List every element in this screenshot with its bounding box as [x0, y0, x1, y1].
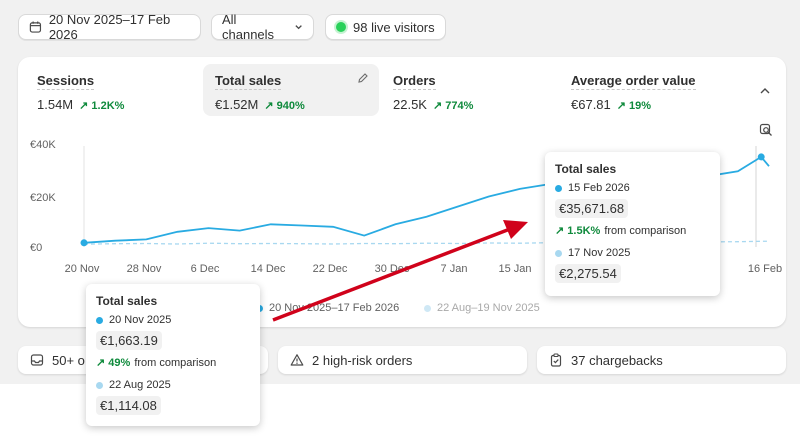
chart-tooltip-left: Total sales 20 Nov 2025 €1,663.19 ↗ 49% … [86, 284, 260, 426]
chevron-down-icon [295, 25, 302, 30]
x-tick-label: 6 Dec [190, 263, 220, 275]
series-dot-icon [96, 316, 103, 324]
legend-item-comparison[interactable]: 22 Aug–19 Nov 2025 [424, 302, 540, 314]
legend-item-current[interactable]: 20 Nov 2025–17 Feb 2026 [256, 302, 399, 314]
tooltip-date-row: 17 Nov 2025 [555, 247, 710, 259]
tooltip-comparison: ↗ 49% from comparison [96, 356, 250, 370]
chart-tooltip-right: Total sales 15 Feb 2026 €35,671.68 ↗ 1.5… [545, 152, 720, 296]
tooltip-value: €2,275.54 [555, 264, 621, 283]
x-tick-label: 16 Feb [747, 263, 783, 275]
date-range-button[interactable]: 20 Nov 2025–17 Feb 2026 [18, 12, 201, 42]
series-dot-icon [555, 249, 562, 257]
tooltip-change: ↗ 49% [96, 357, 131, 369]
warning-icon [290, 354, 304, 366]
tooltip-value: €35,671.68 [555, 199, 629, 218]
calendar-icon [29, 21, 42, 33]
series-point-highlight [80, 239, 88, 247]
date-range-label: 20 Nov 2025–17 Feb 2026 [48, 12, 171, 42]
bottom-card-label: 2 high-risk orders [312, 352, 413, 368]
inbox-icon [30, 354, 44, 366]
tooltip-change: ↗ 1.5K% [555, 225, 601, 237]
tooltip-value: €1,114.08 [96, 396, 161, 415]
tooltip-comparison: ↗ 1.5K% from comparison [555, 224, 710, 238]
series-dot-icon [96, 381, 103, 389]
x-tick-label: 28 Nov [126, 263, 162, 275]
x-tick-label: 20 Nov [64, 263, 100, 275]
channel-label: All channels [222, 12, 275, 42]
bottom-card-high-risk[interactable]: 2 high-risk orders [278, 346, 527, 374]
x-tick-label: 14 Dec [250, 263, 286, 275]
tooltip-title: Total sales [96, 294, 158, 308]
live-visitors-label: 98 live visitors [353, 19, 435, 35]
bottom-card-chargebacks[interactable]: 37 chargebacks [537, 346, 786, 374]
channel-select[interactable]: All channels [211, 12, 314, 42]
clipboard-check-icon [550, 353, 562, 367]
x-tick-label: 22 Dec [312, 263, 348, 275]
legend-label: 22 Aug–19 Nov 2025 [437, 302, 540, 314]
series-dot-icon [555, 184, 562, 192]
legend-label: 20 Nov 2025–17 Feb 2026 [269, 302, 400, 314]
x-tick-label: 15 Jan [498, 263, 532, 275]
series-point-highlight [757, 153, 765, 161]
bottom-card-label: 50+ o [52, 352, 85, 368]
tooltip-date: 17 Nov 2025 [568, 247, 631, 259]
bottom-card-label: 37 chargebacks [571, 352, 663, 368]
tooltip-date-row: 22 Aug 2025 [96, 379, 250, 391]
x-tick-label: 30 Dec [374, 263, 410, 275]
live-status-icon [336, 22, 346, 32]
tooltip-value: €1,663.19 [96, 331, 162, 350]
legend-dot-icon [424, 304, 431, 312]
x-tick-label: 7 Jan [440, 263, 468, 275]
tooltip-date: 20 Nov 2025 [109, 314, 172, 326]
tooltip-date: 15 Feb 2026 [568, 182, 630, 194]
live-visitors-button[interactable]: 98 live visitors [325, 14, 446, 40]
tooltip-change-text: from comparison [134, 356, 217, 369]
tooltip-title: Total sales [555, 162, 617, 176]
tooltip-date-row: 15 Feb 2026 [555, 182, 710, 194]
tooltip-date-row: 20 Nov 2025 [96, 314, 250, 326]
tooltip-change-text: from comparison [604, 224, 687, 237]
tooltip-date: 22 Aug 2025 [109, 379, 171, 391]
